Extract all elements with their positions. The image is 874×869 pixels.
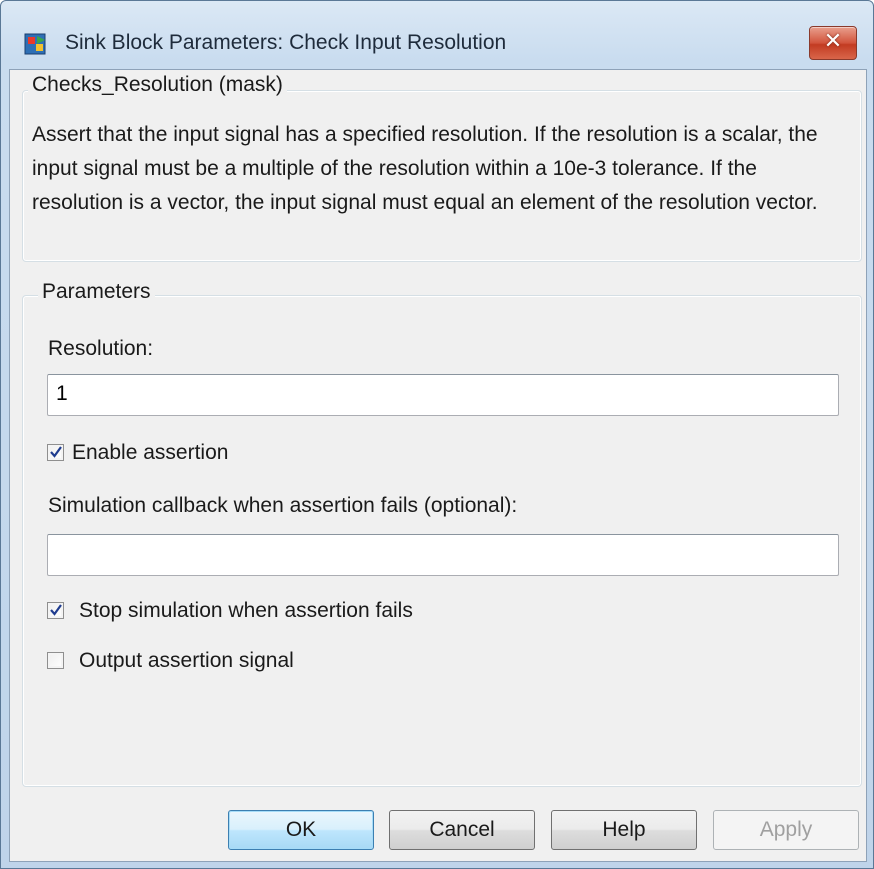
parameters-group-legend: Parameters — [38, 280, 155, 304]
enable-assertion-label[interactable]: Enable assertion — [72, 441, 228, 465]
window-title: Sink Block Parameters: Check Input Resol… — [65, 31, 507, 54]
close-button[interactable]: ✕ — [809, 26, 857, 60]
enable-assertion-checkbox[interactable] — [47, 444, 64, 461]
simulink-block-icon — [23, 31, 49, 57]
output-signal-checkbox[interactable] — [47, 652, 64, 669]
title-bar[interactable]: Sink Block Parameters: Check Input Resol… — [1, 1, 873, 69]
mask-description: Assert that the input signal has a speci… — [32, 123, 818, 214]
callback-input[interactable] — [47, 534, 839, 576]
checkmark-icon — [50, 446, 62, 458]
output-signal-label[interactable]: Output assertion signal — [79, 649, 294, 673]
resolution-label: Resolution: — [48, 337, 154, 360]
cancel-button[interactable]: Cancel — [389, 810, 535, 850]
help-button[interactable]: Help — [551, 810, 697, 850]
mask-group-legend: Checks_Resolution (mask) — [28, 73, 287, 97]
ok-button[interactable]: OK — [228, 810, 374, 850]
callback-label: Simulation callback when assertion fails… — [48, 494, 518, 517]
resolution-input[interactable]: 1 — [47, 374, 839, 416]
close-icon: ✕ — [823, 28, 843, 53]
stop-simulation-checkbox[interactable] — [47, 602, 64, 619]
checkmark-icon — [50, 604, 62, 616]
stop-simulation-label[interactable]: Stop simulation when assertion fails — [79, 599, 413, 623]
apply-button[interactable]: Apply — [713, 810, 859, 850]
